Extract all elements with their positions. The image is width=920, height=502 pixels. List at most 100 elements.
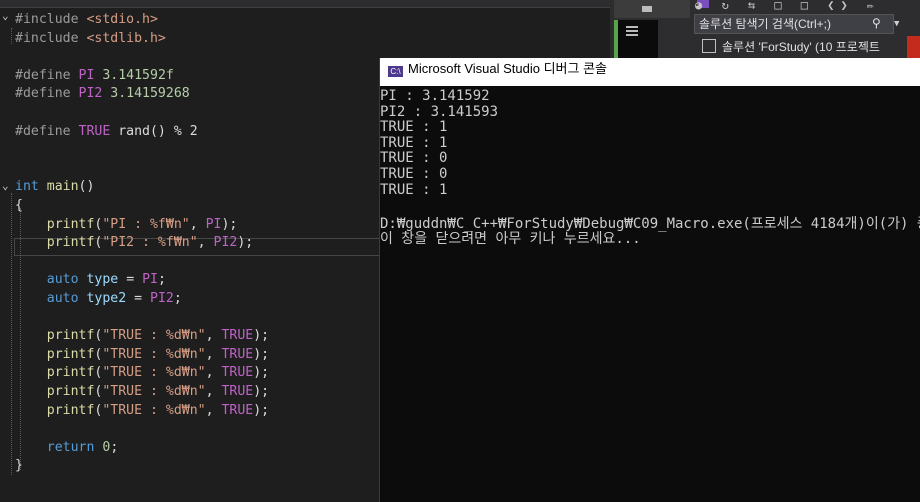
- code-token: #include: [15, 30, 87, 46]
- code-token: "PI2 : %f₩n": [102, 235, 198, 251]
- editor-tab-strip: [0, 0, 610, 8]
- code-token: PI2: [150, 291, 174, 306]
- console-app-icon: C:\: [388, 66, 403, 77]
- console-line: D:₩guddn₩C_C++₩ForStudy₩Debug₩C09_Macro.…: [380, 215, 920, 232]
- toolbar-icons[interactable]: ◕ ↻ ⇆ □ □ ❮❯ ✏: [695, 0, 920, 12]
- code-token: TRUE: [221, 365, 254, 381]
- code-token: TRUE: [221, 328, 254, 344]
- code-token: <stdio.h>: [86, 12, 158, 27]
- code-line[interactable]: printf("TRUE : %d₩n", TRUE);: [15, 346, 269, 364]
- code-token: "PI : %f₩n": [102, 216, 190, 232]
- code-token: {: [15, 198, 23, 213]
- code-line[interactable]: #define PI2 3.14159268: [15, 85, 190, 103]
- code-token: PI: [142, 272, 158, 288]
- preview-line: [626, 30, 638, 32]
- code-token: printf: [46, 328, 95, 344]
- code-line[interactable]: printf("TRUE : %d₩n", TRUE);: [15, 383, 269, 401]
- code-line[interactable]: printf("TRUE : %d₩n", TRUE);: [15, 364, 269, 382]
- code-token: ,: [197, 235, 214, 251]
- debug-console-window[interactable]: C:\ Microsoft Visual Studio 디버그 콘솔 PI : …: [379, 58, 920, 502]
- code-token: 3.14159268: [102, 86, 190, 102]
- code-token: TRUE: [221, 384, 254, 399]
- code-token: #define: [15, 67, 79, 83]
- fold-collapse-icon[interactable]: ⌄: [2, 180, 12, 191]
- code-token: printf: [46, 216, 95, 232]
- taskbar-preview-thumbnail[interactable]: [614, 20, 658, 58]
- code-line[interactable]: printf("PI : %f₩n", PI);: [15, 216, 238, 234]
- code-line[interactable]: printf("PI2 : %f₩n", PI2);: [15, 234, 253, 252]
- code-token: printf: [46, 402, 95, 418]
- code-token: main: [46, 179, 79, 195]
- code-line[interactable]: int main(): [15, 178, 94, 196]
- solution-search-input[interactable]: 솔루션 탐색기 검색(Ctrl+;): [694, 14, 894, 34]
- code-token: TRUE: [78, 123, 111, 139]
- code-line[interactable]: auto type2 = PI2;: [15, 290, 182, 308]
- console-line: 이 창을 닫으려면 아무 키나 누르세요...: [380, 231, 641, 248]
- code-line[interactable]: printf("TRUE : %d₩n", TRUE);: [15, 402, 269, 420]
- solution-tree-root[interactable]: 솔루션 'ForStudy' (10 프로젝트: [702, 38, 920, 56]
- code-token: ,: [205, 365, 222, 381]
- code-token: type2: [86, 291, 127, 306]
- fold-collapse-icon[interactable]: ⌄: [2, 10, 12, 21]
- code-token: PI2: [213, 235, 238, 251]
- code-token: );: [253, 328, 270, 344]
- notification-badge: [907, 36, 920, 58]
- code-line[interactable]: #define TRUE rand() % 2: [15, 123, 198, 141]
- console-title-bar[interactable]: C:\ Microsoft Visual Studio 디버그 콘솔: [380, 58, 920, 86]
- console-line: TRUE : 1: [380, 181, 448, 198]
- code-line[interactable]: #include <stdio.h>: [15, 11, 158, 29]
- code-token: );: [221, 216, 238, 232]
- code-token: auto: [46, 272, 79, 288]
- code-token: PI2: [78, 86, 103, 102]
- code-token: );: [253, 365, 270, 381]
- code-token: );: [237, 235, 254, 251]
- console-line: TRUE : 0: [380, 166, 448, 182]
- preview-line: [626, 34, 638, 36]
- code-token: "TRUE : %d₩n": [102, 346, 206, 362]
- code-token: PI: [78, 67, 95, 83]
- code-line[interactable]: #define PI 3.141592f: [15, 67, 174, 85]
- code-line[interactable]: #include <stdlib.h>: [15, 30, 166, 48]
- code-token: 3.141592f: [94, 67, 174, 83]
- code-line[interactable]: return 0;: [15, 439, 119, 457]
- code-token: int: [15, 179, 39, 195]
- preview-line: [626, 26, 638, 28]
- code-token: #include: [15, 12, 87, 27]
- code-line[interactable]: {: [15, 197, 23, 215]
- code-token: );: [253, 346, 270, 362]
- console-line: PI2 : 3.141593: [380, 103, 499, 120]
- solution-icon: [702, 39, 716, 53]
- code-token: type: [86, 272, 119, 288]
- console-title: Microsoft Visual Studio 디버그 콘솔: [408, 61, 608, 76]
- code-token: #define: [15, 123, 79, 139]
- code-line[interactable]: printf("TRUE : %d₩n", TRUE);: [15, 327, 269, 345]
- code-token: "TRUE : %d₩n": [102, 365, 206, 381]
- code-token: "TRUE : %d₩n": [102, 402, 206, 418]
- code-token: TRUE: [221, 402, 254, 418]
- code-token: printf: [46, 235, 95, 251]
- console-line: PI : 3.141592: [380, 88, 490, 104]
- code-line[interactable]: }: [15, 457, 23, 475]
- console-line: TRUE : 0: [380, 150, 448, 167]
- console-line: TRUE : 1: [380, 134, 448, 151]
- code-token: =: [126, 291, 151, 306]
- include-fold-guide: [11, 28, 12, 44]
- code-token: #define: [15, 86, 79, 102]
- chevron-down-icon[interactable]: ▼: [894, 14, 908, 34]
- code-token: ,: [205, 346, 222, 362]
- code-token: ;: [173, 291, 182, 306]
- search-icon[interactable]: ⚲: [872, 16, 890, 32]
- code-token: ,: [205, 384, 222, 399]
- code-token: ;: [157, 272, 166, 288]
- code-token: printf: [46, 346, 95, 362]
- code-token: printf: [46, 365, 95, 381]
- code-token: );: [253, 402, 270, 418]
- code-line[interactable]: auto type = PI;: [15, 271, 166, 289]
- code-token: ;: [110, 439, 119, 455]
